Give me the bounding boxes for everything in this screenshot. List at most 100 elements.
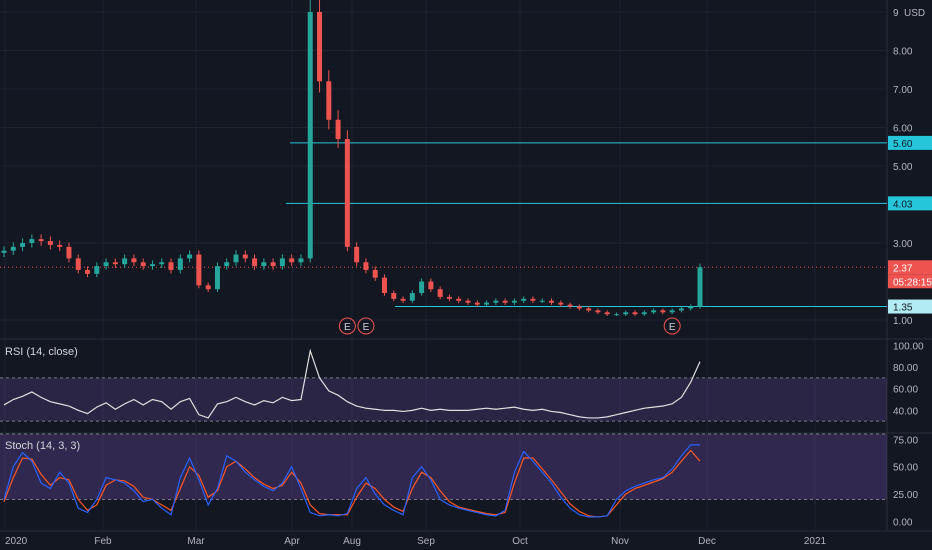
candle-body[interactable] [20,243,26,247]
candle-body[interactable] [613,314,619,316]
candle-body[interactable] [85,269,91,274]
candle-body[interactable] [465,300,471,303]
candle-body[interactable] [122,258,128,265]
chart-canvas[interactable]: E E E 9 8.00 7.00 6.00 5.00 3.00 1.00 USD 5.60 4.03… [0,0,932,550]
candle-body[interactable] [103,262,109,267]
candle-body[interactable] [57,244,63,247]
time-tick-label: Nov [611,536,629,547]
candle-body[interactable] [363,262,369,270]
rsi-pane[interactable] [0,348,887,422]
stoch-tick-label: 75.00 [893,435,918,446]
stoch-tick-label: 50.00 [893,463,918,474]
candle-body[interactable] [400,298,406,301]
candle-body[interactable] [660,310,666,313]
candle-body[interactable] [446,296,452,299]
candle-body[interactable] [344,139,350,247]
price-tick-label: 9 [893,8,899,19]
candle-body[interactable] [196,254,202,286]
rsi-tick-label: 40.00 [893,406,918,417]
candle-body[interactable] [326,81,332,120]
candle-body[interactable] [298,258,304,263]
price-axis[interactable]: 9 8.00 7.00 6.00 5.00 3.00 1.00 USD 5.60 4.03 2.37… [888,8,932,528]
candle-body[interactable] [214,266,220,290]
candle-body[interactable] [697,267,703,307]
time-tick-label: Dec [698,536,716,547]
earnings-marker-label: E [669,322,676,333]
candle-body[interactable] [224,262,230,267]
candle-body[interactable] [279,258,285,267]
time-tick-label: Sep [417,536,435,547]
price-tick-label: 7.00 [893,85,913,96]
candle-body[interactable] [641,312,647,315]
candle-body[interactable] [131,258,137,263]
candle-body[interactable] [242,254,248,259]
time-tick-label: Mar [187,536,205,547]
earnings-marker-label: E [344,322,351,333]
candle-body[interactable] [10,246,16,251]
candle-body[interactable] [669,310,675,313]
candle-body[interactable] [576,306,582,309]
candle-body[interactable] [177,258,183,270]
candle-body[interactable] [159,262,165,265]
candle-body[interactable] [381,277,387,294]
candle-body[interactable] [428,281,434,290]
candle-body[interactable] [678,308,684,311]
candle-body[interactable] [391,293,397,299]
candle-body[interactable] [187,254,193,259]
candle-body[interactable] [502,300,508,303]
candle-body[interactable] [521,298,527,301]
candle-body[interactable] [289,258,295,263]
candle-body[interactable] [112,262,118,265]
price-tick-label: 3.00 [893,239,913,250]
candle-body[interactable] [604,312,610,315]
candle-body[interactable] [549,300,555,303]
candle-body[interactable] [75,258,81,270]
candle-body[interactable] [437,289,443,297]
candle-body[interactable] [595,310,601,313]
candle-body[interactable] [1,250,7,253]
time-tick-label: Aug [343,536,361,547]
candle-body[interactable] [567,304,573,307]
time-tick-label: 2020 [5,536,28,547]
stoch-pane[interactable] [0,433,887,518]
candle-body[interactable] [66,246,72,259]
candle-body[interactable] [140,262,146,267]
candle-body[interactable] [168,262,174,270]
candle-body[interactable] [205,285,211,290]
candle-body[interactable] [586,308,592,311]
candle-body[interactable] [632,312,638,315]
candle-body[interactable] [38,239,44,242]
candle-body[interactable] [233,254,239,263]
candle-body[interactable] [419,281,425,294]
stoch-tick-label: 25.00 [893,490,918,501]
candle-body[interactable] [149,264,155,267]
candle-body[interactable] [29,239,35,243]
candle-body[interactable] [317,12,323,82]
candle-body[interactable] [539,300,545,302]
price-badge-label: 1.35 [893,303,913,314]
candle-body[interactable] [688,306,694,309]
candle-body[interactable] [354,246,360,263]
candle-body[interactable] [558,302,564,305]
candle-body[interactable] [484,302,490,305]
time-axis[interactable]: 2020 Feb Mar Apr Aug Sep Oct Nov Dec 2021 [0,530,932,547]
candle-body[interactable] [623,312,629,315]
candle-body[interactable] [94,266,100,274]
candle-body[interactable] [307,12,313,259]
candle-body[interactable] [530,298,536,301]
candle-body[interactable] [456,298,462,301]
candle-body[interactable] [474,302,480,305]
candle-body[interactable] [261,262,267,267]
candle-body[interactable] [493,300,499,303]
candle-body[interactable] [511,300,517,303]
candle-body[interactable] [409,293,415,301]
candle-body[interactable] [372,269,378,278]
candle-body[interactable] [252,258,258,267]
stoch-tick-label: 0.00 [893,517,913,528]
currency-label: USD [904,8,925,19]
candle-body[interactable] [270,262,276,267]
time-tick-label: Oct [512,536,528,547]
candle-body[interactable] [335,119,341,140]
candle-body[interactable] [651,310,657,313]
candle-body[interactable] [47,241,53,245]
